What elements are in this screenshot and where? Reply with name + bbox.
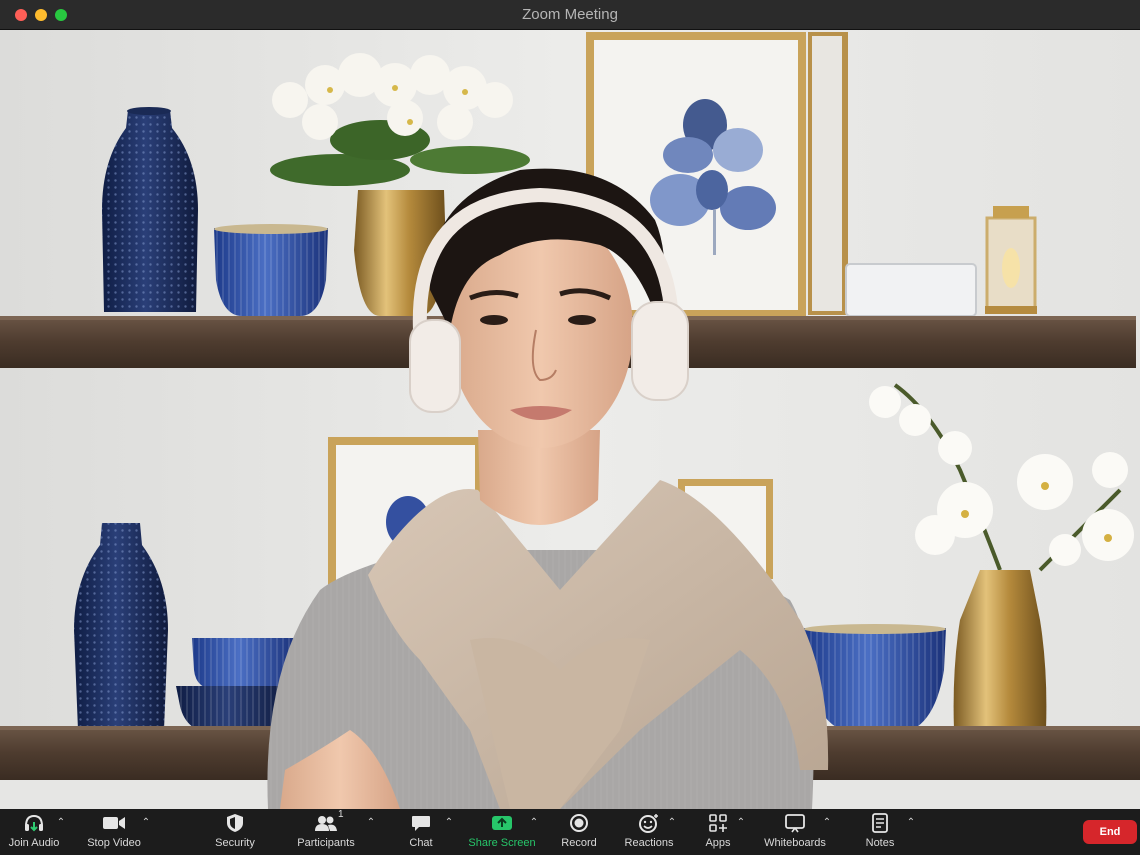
record-icon — [566, 812, 592, 834]
join-audio-button[interactable]: Join Audio — [8, 812, 60, 854]
video-feed[interactable] — [0, 30, 1140, 809]
participants-icon — [313, 812, 339, 834]
glass-tray — [845, 263, 977, 317]
apps-button[interactable]: Apps — [702, 812, 734, 854]
shield-icon — [222, 812, 248, 834]
whiteboard-icon — [782, 812, 808, 834]
window-title: Zoom Meeting — [522, 6, 618, 23]
reactions-label: Reactions — [624, 837, 674, 849]
apps-options-caret[interactable]: ⌃ — [736, 818, 746, 828]
participants-label: Participants — [297, 837, 355, 849]
stop-video-button[interactable]: Stop Video — [86, 812, 142, 854]
chat-options-caret[interactable]: ⌃ — [444, 818, 454, 828]
record-label: Record — [561, 837, 597, 849]
chat-bubble-icon — [408, 812, 434, 834]
chat-label: Chat — [409, 837, 433, 849]
whiteboards-options-caret[interactable]: ⌃ — [822, 818, 832, 828]
participants-button[interactable]: Participants — [296, 812, 356, 854]
participants-count-badge: 1 — [338, 809, 344, 820]
apps-icon — [705, 812, 731, 834]
share-screen-label: Share Screen — [468, 837, 536, 849]
notes-label: Notes — [865, 837, 895, 849]
join-audio-label: Join Audio — [8, 837, 60, 849]
video-camera-icon — [101, 812, 127, 834]
share-screen-options-caret[interactable]: ⌃ — [529, 818, 539, 828]
record-button[interactable]: Record — [560, 812, 598, 854]
join-audio-options-caret[interactable]: ⌃ — [56, 818, 66, 828]
title-bar: Zoom Meeting — [0, 0, 1140, 30]
whiteboards-label: Whiteboards — [764, 837, 826, 849]
stop-video-label: Stop Video — [87, 837, 141, 849]
headphones-icon — [21, 812, 47, 834]
blue-bowl-top — [214, 224, 328, 316]
stop-video-options-caret[interactable]: ⌃ — [141, 818, 151, 828]
participant-video — [0, 30, 1140, 809]
security-label: Security — [215, 837, 255, 849]
share-screen-button[interactable]: Share Screen — [468, 812, 536, 854]
whiteboards-button[interactable]: Whiteboards — [762, 812, 828, 854]
apps-label: Apps — [705, 837, 731, 849]
security-button[interactable]: Security — [212, 812, 258, 854]
smiley-icon — [636, 812, 662, 834]
notes-icon — [867, 812, 893, 834]
reactions-options-caret[interactable]: ⌃ — [667, 818, 677, 828]
end-meeting-button[interactable]: End — [1083, 820, 1137, 844]
chat-button[interactable]: Chat — [405, 812, 437, 854]
share-screen-icon — [489, 812, 515, 834]
notes-options-caret[interactable]: ⌃ — [906, 818, 916, 828]
lantern — [985, 206, 1037, 314]
notes-button[interactable]: Notes — [862, 812, 898, 854]
meeting-toolbar: Join Audio ⌃ Stop Video ⌃ Security Parti… — [0, 809, 1140, 855]
participants-options-caret[interactable]: ⌃ — [366, 818, 376, 828]
